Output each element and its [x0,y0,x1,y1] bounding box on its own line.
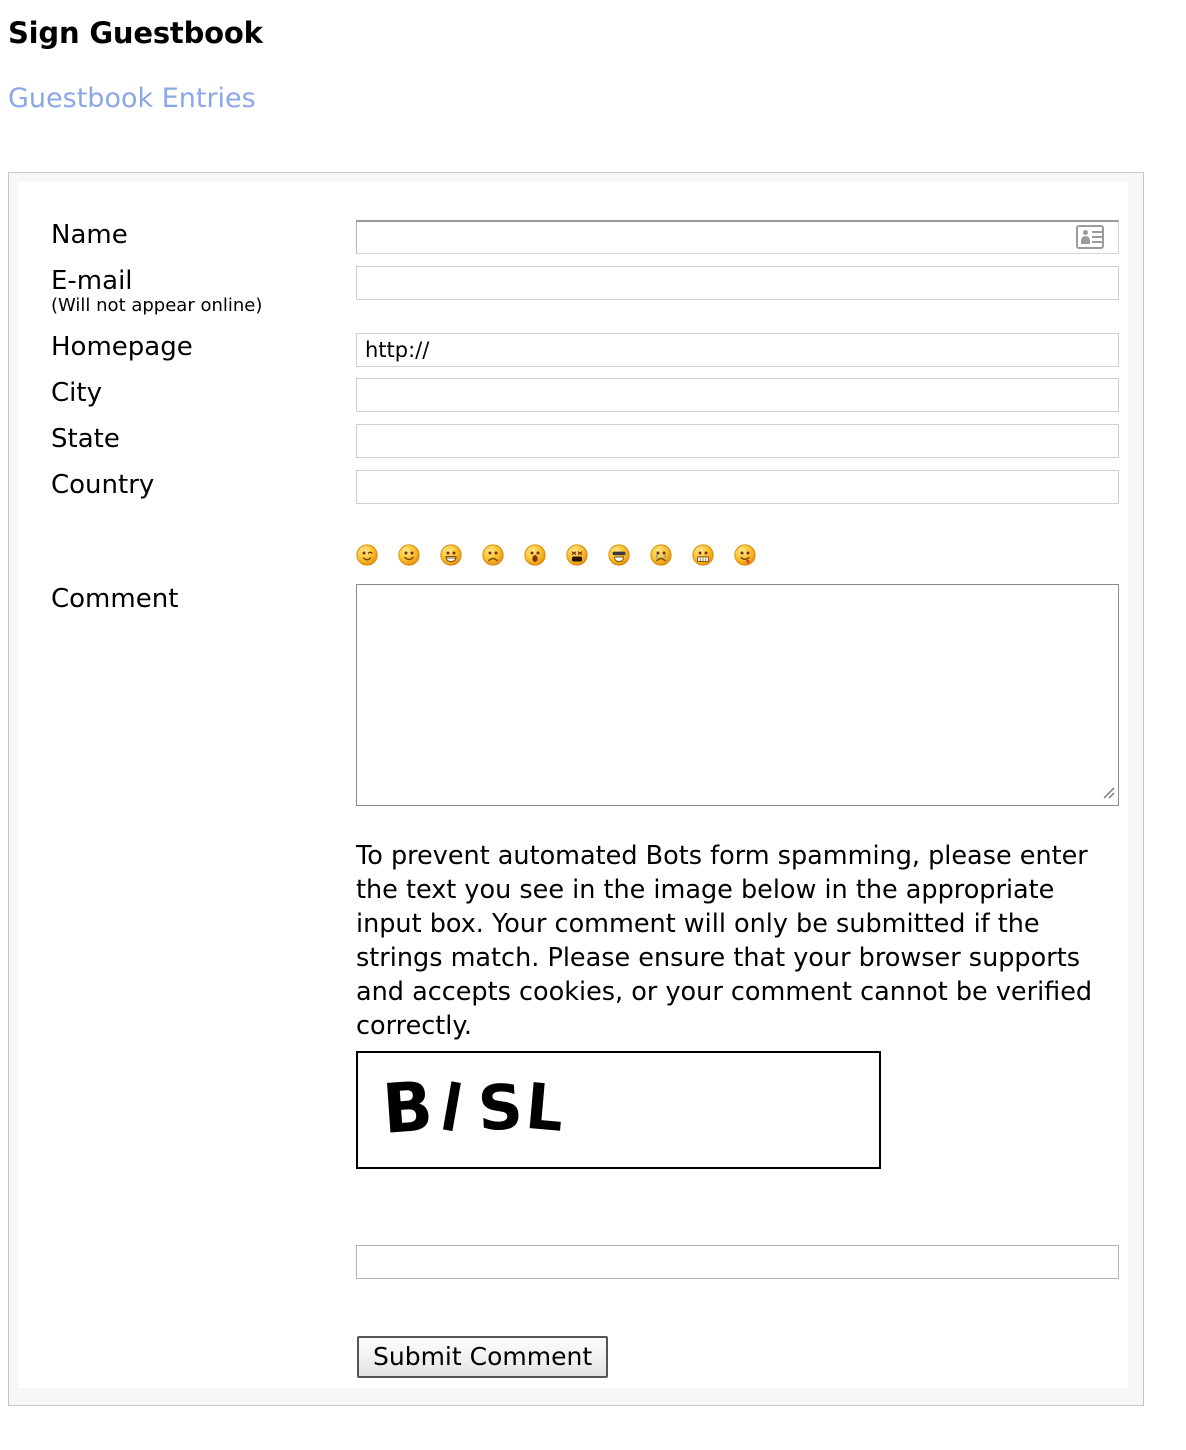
card-lines [1092,231,1102,246]
smiley-cry-icon[interactable] [650,544,672,566]
email-input[interactable] [356,266,1119,300]
email-sublabel: (Will not appear online) [51,295,263,316]
guestbook-form: Name E-mail (Will not appear online) Hom… [18,182,1128,1388]
name-label: Name [51,220,128,250]
submit-comment-button[interactable]: Submit Comment [357,1336,609,1378]
city-input[interactable] [356,378,1119,412]
state-input[interactable] [356,424,1119,458]
smiley-sad-icon[interactable] [482,544,504,566]
smiley-shout-icon[interactable] [566,544,588,566]
smiley-grin-icon[interactable] [440,544,462,566]
smiley-grit-teeth-icon[interactable] [692,544,714,566]
smiley-wink-icon[interactable] [356,544,378,566]
comment-label: Comment [51,584,179,614]
guestbook-entries-link[interactable]: Guestbook Entries [8,82,256,116]
country-input[interactable] [356,470,1119,504]
contact-card-icon[interactable] [1076,225,1104,249]
person-body [1081,236,1090,244]
city-label: City [51,378,102,408]
person-glyph [1081,230,1090,244]
smiley-smile-icon[interactable] [398,544,420,566]
homepage-input[interactable] [356,333,1119,367]
email-label: E-mail [51,266,133,296]
guestbook-page: Sign Guestbook Guestbook Entries Name E-… [0,0,1186,1450]
captcha-image: BI SL [356,1051,881,1169]
name-input[interactable] [356,220,1119,254]
captcha-instructions: To prevent automated Bots form spamming,… [356,840,1093,1041]
guestbook-form-frame: Name E-mail (Will not appear online) Hom… [8,172,1144,1406]
emoticon-picker [356,544,1119,570]
comment-textarea[interactable] [356,584,1119,806]
smiley-surprised-icon[interactable] [524,544,546,566]
captcha-input[interactable] [356,1245,1119,1279]
homepage-label: Homepage [51,332,193,362]
page-title: Sign Guestbook [8,16,263,50]
captcha-image-text: BI SL [380,1065,569,1150]
smiley-tongue-icon[interactable] [734,544,756,566]
smiley-cool-icon[interactable] [608,544,630,566]
state-label: State [51,424,120,454]
person-head [1083,230,1088,235]
country-label: Country [51,470,155,500]
